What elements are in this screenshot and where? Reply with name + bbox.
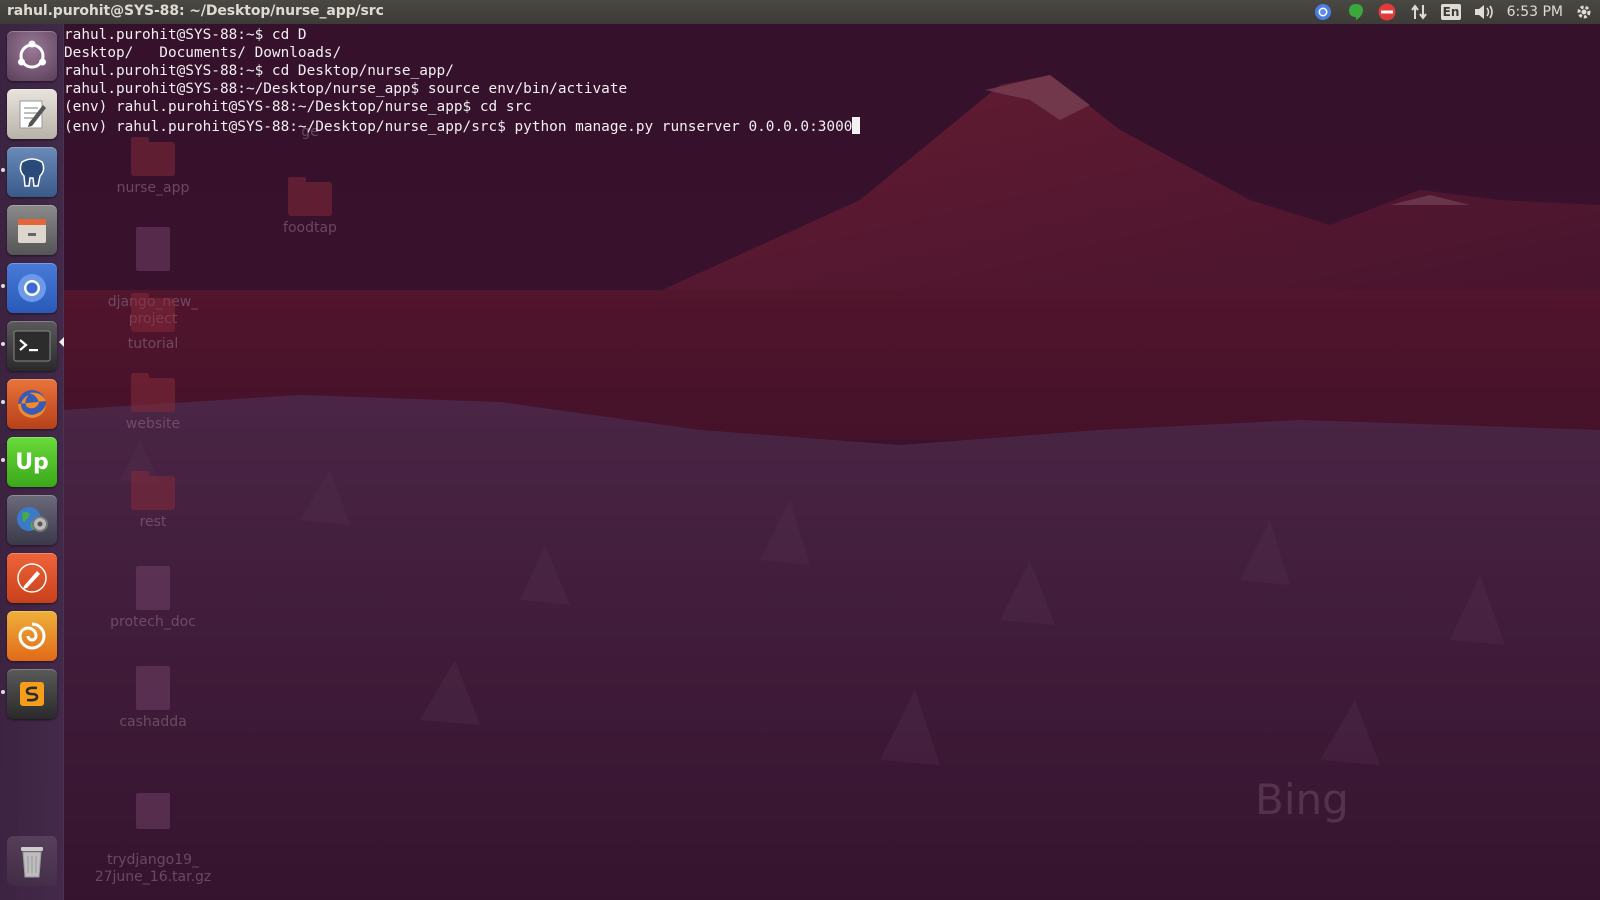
document-icon — [136, 666, 170, 710]
swirl-app-icon[interactable] — [7, 611, 57, 661]
desktop-icon-rest[interactable]: rest — [93, 471, 213, 531]
trash-icon[interactable] — [7, 836, 57, 886]
terminal-cursor — [852, 117, 861, 134]
keyboard-layout-label: En — [1440, 4, 1462, 20]
bing-watermark: Bing — [1255, 775, 1349, 824]
desktop-icon-foodtap[interactable]: foodtap — [250, 177, 370, 237]
terminal-line: rahul.purohit@SYS-88:~/Desktop/nurse_app… — [64, 81, 628, 97]
volume-icon[interactable] — [1472, 3, 1496, 21]
folder-icon — [131, 471, 175, 510]
folder-icon — [131, 373, 175, 412]
files-icon[interactable] — [7, 205, 57, 255]
firefox-icon[interactable] — [7, 379, 57, 429]
document-icon — [136, 566, 170, 610]
running-indicator — [1, 342, 5, 346]
window-title: rahul.purohit@SYS-88: ~/Desktop/nurse_ap… — [7, 3, 384, 19]
wallpaper-tint — [0, 0, 1600, 900]
network-arrows-icon[interactable] — [1408, 3, 1430, 21]
postman-pen-icon[interactable] — [7, 553, 57, 603]
pgadmin-elephant-icon[interactable] — [7, 147, 57, 197]
terminal-line: rahul.purohit@SYS-88:~$ cd Desktop/nurse… — [64, 63, 454, 79]
desktop-icon-website[interactable]: website — [93, 373, 213, 433]
upwork-icon[interactable]: Up — [7, 437, 57, 487]
clock[interactable]: 6:53 PM — [1507, 4, 1563, 20]
desktop-icon-label: nurse_app — [116, 180, 190, 196]
running-indicator — [1, 400, 5, 404]
desktop-icon-label: tutorial — [127, 336, 179, 352]
dash-home-icon[interactable] — [7, 31, 57, 81]
running-indicator — [1, 284, 5, 288]
running-indicator — [1, 690, 5, 694]
hangouts-icon[interactable] — [1345, 3, 1367, 21]
terminal-prompt-line[interactable]: (env) rahul.purohit@SYS-88:~/Desktop/nur… — [64, 116, 1600, 135]
keyboard-layout-icon[interactable]: En — [1440, 3, 1462, 21]
system-settings-globe-icon[interactable] — [7, 495, 57, 545]
desktop-icon-nurse-app[interactable]: nurse_app — [93, 137, 213, 197]
running-indicator — [1, 458, 5, 462]
desktop-icon-label: cashadda — [119, 714, 187, 730]
desktop-icon-label: trydjango19_ 27june_16.tar.gz — [94, 852, 212, 885]
terminal-line: Desktop/ Documents/ Downloads/ — [64, 45, 342, 61]
desktop-icon-label: protech_doc — [110, 614, 196, 630]
terminal-icon[interactable] — [7, 321, 57, 371]
desktop-icon-tutorial[interactable]: tutorial — [93, 293, 213, 353]
chromium-icon[interactable] — [7, 263, 57, 313]
sublime-text-icon[interactable] — [7, 669, 57, 719]
do-not-disturb-icon[interactable] — [1376, 3, 1398, 21]
text-editor-icon[interactable] — [7, 89, 57, 139]
running-indicator — [1, 168, 5, 172]
desktop-icon-label: rest — [139, 514, 167, 530]
terminal-line: (env) rahul.purohit@SYS-88:~/Desktop/nur… — [64, 99, 532, 115]
desktop-icon-label: foodtap — [283, 220, 337, 236]
desktop-icon-label: website — [125, 416, 181, 432]
top-panel: rahul.purohit@SYS-88: ~/Desktop/nurse_ap… — [0, 0, 1600, 24]
terminal-line: (env) rahul.purohit@SYS-88:~/Desktop/nur… — [64, 119, 853, 135]
desktop-icon-trydjango[interactable]: trydjango19_ 27june_16.tar.gz — [88, 774, 218, 900]
desktop-icon-cashadda[interactable]: cashadda — [93, 666, 213, 731]
archive-icon — [136, 793, 170, 829]
folder-icon — [131, 137, 175, 176]
upwork-logo: Up — [15, 449, 49, 475]
system-gear-icon[interactable] — [1574, 3, 1594, 21]
folder-icon — [131, 293, 175, 332]
chromium-icon[interactable] — [1312, 3, 1334, 21]
launcher: Up — [0, 24, 64, 900]
desktop-icon-protech-doc[interactable]: protech_doc — [93, 566, 213, 631]
document-icon — [136, 227, 170, 271]
terminal-output[interactable]: rahul.purohit@SYS-88:~$ cd D Desktop/ Do… — [64, 26, 1600, 135]
terminal-line: rahul.purohit@SYS-88:~$ cd D — [64, 27, 307, 43]
folder-icon — [288, 177, 332, 216]
focused-app-arrow — [59, 337, 64, 347]
